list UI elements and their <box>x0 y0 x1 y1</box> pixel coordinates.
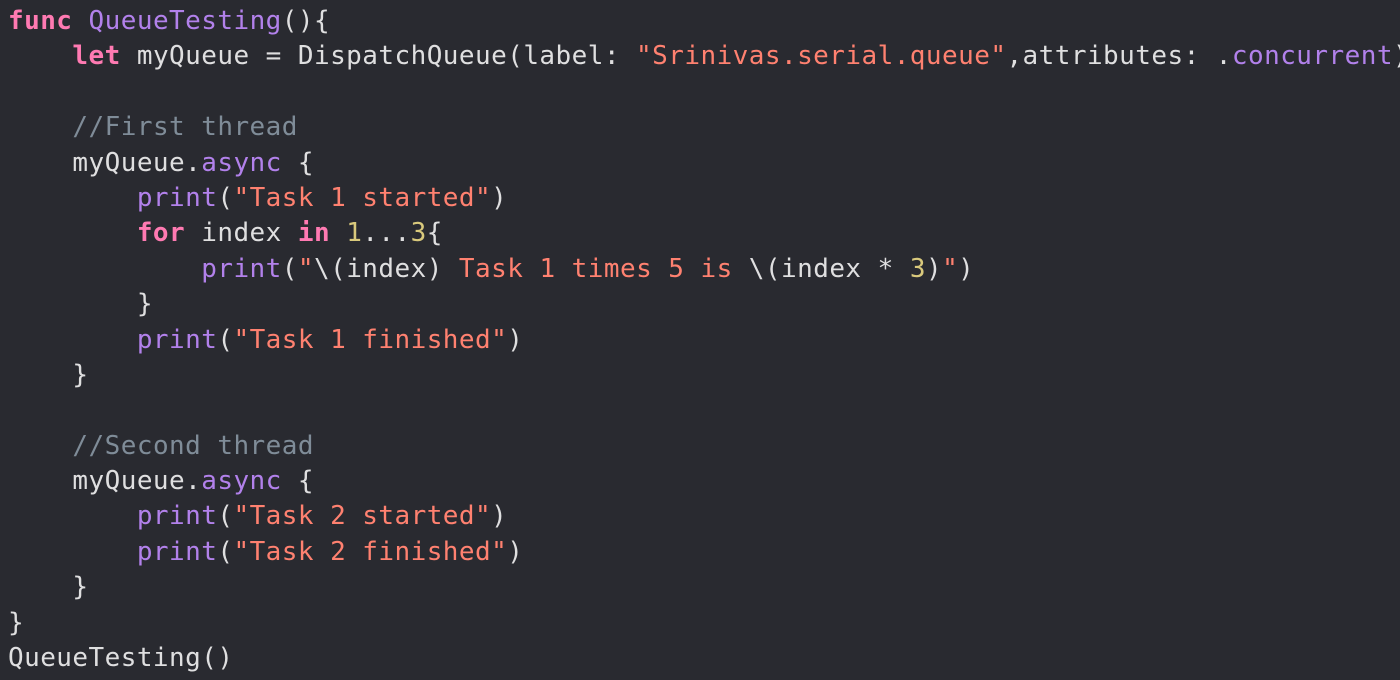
code-token-comment: //Second thread <box>72 430 314 461</box>
code-token-plain: myQueue. <box>8 147 202 178</box>
code-line[interactable]: } <box>8 606 1396 641</box>
code-token-plain: ) <box>958 253 975 284</box>
code-token-fn: print <box>136 324 218 355</box>
code-token-plain: } <box>8 607 25 638</box>
code-line[interactable]: let myQueue = DispatchQueue(label: "Srin… <box>8 39 1400 74</box>
code-line[interactable]: } <box>8 570 1396 605</box>
code-token-plain: ( <box>281 253 298 284</box>
code-token-keyword: let <box>72 41 121 72</box>
code-token-plain: ( <box>217 536 234 567</box>
code-token-plain: ) <box>507 324 524 355</box>
code-line[interactable]: print("Task 2 finished") <box>8 535 1396 570</box>
code-token-fn: async <box>201 466 282 497</box>
code-token-string: "Srinivas.serial.queue" <box>636 41 1007 72</box>
code-token-string: " <box>942 253 959 284</box>
code-token-plain: myQueue. <box>8 466 202 497</box>
code-line[interactable]: myQueue.async { <box>8 146 1396 181</box>
code-token-plain: ) <box>507 536 524 567</box>
code-token-plain: ( <box>217 324 234 355</box>
code-line[interactable]: print("Task 1 started") <box>8 181 1396 216</box>
code-token-plain: } <box>8 572 89 603</box>
code-line[interactable]: for index in 1...3{ <box>8 216 1396 251</box>
code-line[interactable]: } <box>8 358 1396 393</box>
code-line[interactable]: print("Task 1 finished") <box>8 323 1396 358</box>
code-token-plain: ,attributes: . <box>1006 41 1232 72</box>
code-line[interactable]: QueueTesting() <box>8 641 1396 676</box>
code-token-plain: { <box>281 147 314 178</box>
code-token-plain: { <box>281 466 314 497</box>
code-line[interactable]: //Second thread <box>8 429 1396 464</box>
code-token-plain: QueueTesting() <box>8 643 234 674</box>
code-token-plain: ) <box>491 501 508 532</box>
code-line[interactable] <box>8 75 1396 110</box>
code-line[interactable]: func QueueTesting(){ <box>8 4 1396 39</box>
code-token-plain: ) <box>491 182 508 213</box>
code-token-fn: print <box>201 253 282 284</box>
code-token-plain: ( <box>217 182 234 213</box>
code-token-fn: print <box>136 536 218 567</box>
code-token-plain: } <box>8 289 153 320</box>
code-line[interactable]: print("\(index) Task 1 times 5 is \(inde… <box>8 252 1396 287</box>
code-token-fn: async <box>201 147 282 178</box>
code-token-plain: ( <box>217 501 234 532</box>
code-token-fn: print <box>136 501 218 532</box>
code-token-string: " <box>297 253 314 284</box>
code-token-comment: //First thread <box>72 112 298 143</box>
code-token-number: 3 <box>909 253 926 284</box>
code-token-number: 1 <box>346 218 363 249</box>
code-token-number: 3 <box>410 218 427 249</box>
code-token-fn: QueueTesting <box>88 6 282 36</box>
code-token-plain: ) <box>925 253 943 284</box>
code-token-string: "Task 2 started" <box>233 501 492 532</box>
code-line[interactable] <box>8 393 1396 428</box>
code-line[interactable]: myQueue.async { <box>8 464 1396 499</box>
code-token-keyword: func <box>8 6 73 36</box>
code-token-fn: print <box>136 182 218 213</box>
code-token-plain: { <box>426 218 443 249</box>
code-token-plain: myQueue = DispatchQueue(label: <box>120 41 637 72</box>
code-token-keyword: in <box>297 218 331 249</box>
code-token-plain: } <box>8 359 89 390</box>
code-line[interactable]: //First thread <box>8 110 1396 145</box>
code-token-string: "Task 1 started" <box>233 182 492 213</box>
code-token-plain: ... <box>362 218 411 249</box>
code-token-plain: \(index * <box>748 253 910 284</box>
code-line[interactable]: } <box>8 287 1396 322</box>
code-token-string: "Task 1 finished" <box>233 324 508 355</box>
code-token-string: Task 1 times 5 is <box>442 253 749 284</box>
code-token-plain: index <box>185 218 298 249</box>
code-token-fn: concurrent <box>1231 41 1393 72</box>
code-token-plain: (){ <box>281 6 331 36</box>
code-token-plain: ) <box>1393 41 1400 71</box>
code-editor[interactable]: func QueueTesting(){ let myQueue = Dispa… <box>8 4 1400 676</box>
code-line[interactable]: print("Task 2 started") <box>8 499 1396 534</box>
code-token-string: "Task 2 finished" <box>233 536 508 567</box>
code-token-keyword: for <box>136 218 186 249</box>
code-token-plain: \(index) <box>314 253 443 284</box>
